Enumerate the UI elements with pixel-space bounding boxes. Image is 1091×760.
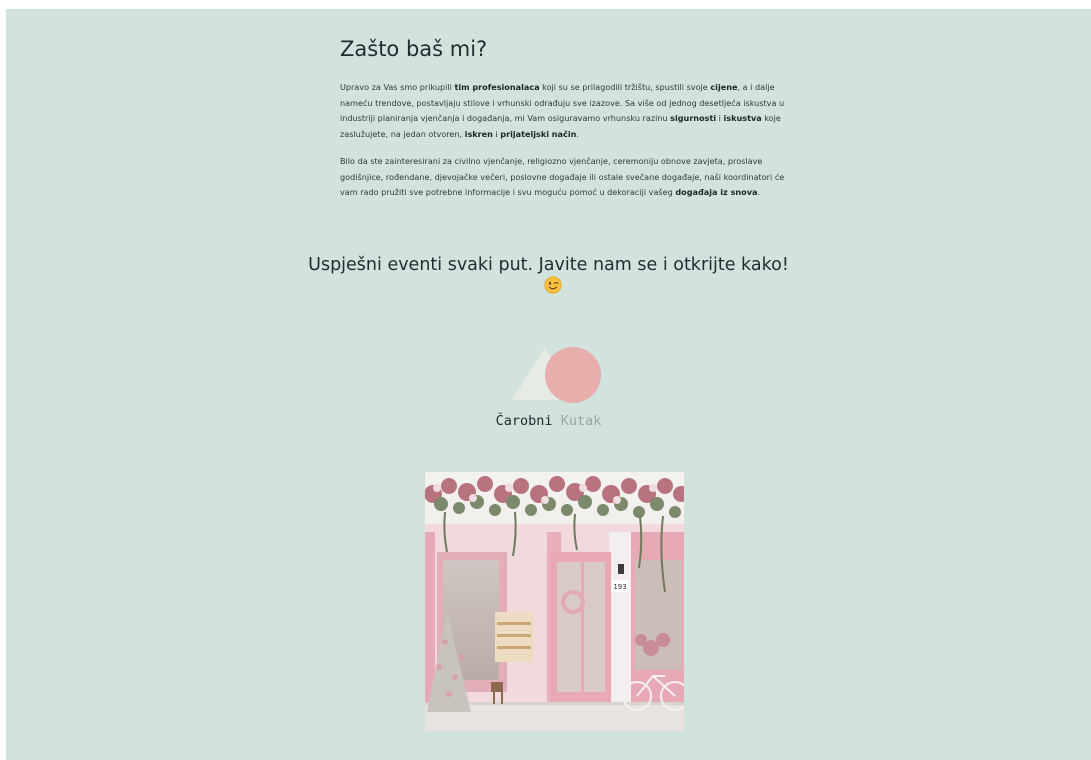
logo-circle	[545, 347, 601, 403]
body-text: .	[757, 187, 761, 197]
logo-word-2: Kutak	[560, 413, 602, 429]
flower-shop-storefront-image: 193	[425, 472, 684, 731]
emphasis-text: sigurnosti	[670, 113, 717, 123]
section-heading: Zašto baš mi?	[340, 37, 488, 61]
body-text: Upravo za Vas smo prikupili	[340, 82, 455, 92]
house-number: 193	[613, 583, 626, 591]
brand-logo-text: Čarobni Kutak	[6, 413, 1091, 429]
events-paragraph: Bilo da ste zainteresirani za civilno vj…	[340, 154, 785, 201]
cta-text: Uspješni eventi svaki put. Javite nam se…	[308, 255, 789, 275]
emphasis-text: tim profesionalaca	[454, 82, 540, 92]
emphasis-text: prijateljski način	[500, 128, 577, 139]
emphasis-text: iskustva	[723, 113, 762, 123]
winking-face-icon	[544, 276, 562, 294]
intro-paragraph: Upravo za Vas smo prikupili tim profesio…	[340, 80, 785, 142]
body-text: i	[716, 113, 724, 123]
emphasis-text: iskren	[464, 128, 493, 139]
body-text: .	[576, 128, 579, 139]
emphasis-text: cijene	[710, 82, 738, 92]
emphasis-text: događaja iz snova	[675, 187, 758, 197]
page-background: Zašto baš mi? Upravo za Vas smo prikupil…	[6, 9, 1091, 760]
logo-word-1: Čarobni	[495, 413, 553, 429]
body-text: koji su se prilagodili tržištu, spustili…	[539, 82, 711, 92]
